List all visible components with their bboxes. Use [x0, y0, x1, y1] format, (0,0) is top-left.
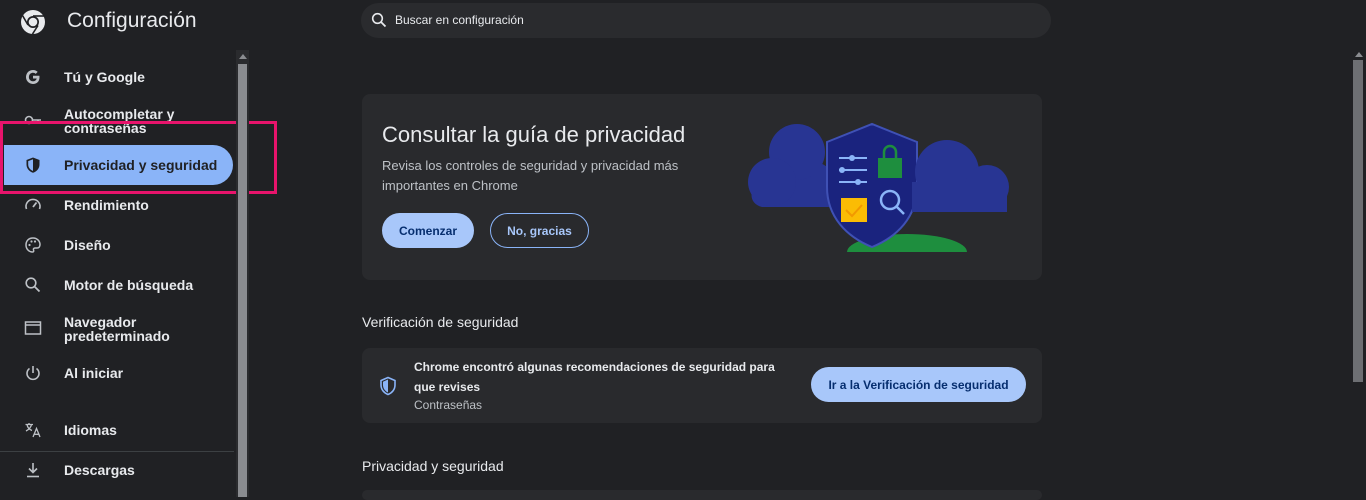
sidebar-item-label: Tú y Google: [64, 69, 145, 85]
translate-icon: [25, 423, 41, 438]
privacy-guide-title: Consultar la guía de privacidad: [382, 122, 686, 147]
sidebar-item-default-browser[interactable]: Navegador predeterminado: [0, 308, 234, 348]
sidebar-item-you-and-google[interactable]: Tú y Google: [0, 57, 234, 97]
sidebar-item-label: Rendimiento: [64, 197, 149, 213]
main-scrollbar[interactable]: [1352, 50, 1365, 497]
safety-check-heading: Verificación de seguridad: [362, 314, 519, 330]
speedometer-icon: [25, 198, 41, 210]
privacy-security-card: [362, 490, 1042, 500]
page-title: Configuración: [67, 9, 197, 32]
privacy-guide-illustration: [748, 122, 1009, 262]
browser-window-icon: [24, 321, 42, 335]
sidebar-scrollbar[interactable]: [236, 50, 249, 497]
scroll-up-arrow-icon[interactable]: [1355, 52, 1363, 57]
safety-check-subtext: Contraseñas: [414, 398, 483, 412]
sidebar-item-on-startup[interactable]: Al iniciar: [0, 353, 234, 393]
sidebar-scrollbar-thumb[interactable]: [238, 64, 247, 497]
privacy-guide-card: Consultar la guía de privacidad Revisa l…: [362, 94, 1042, 280]
sidebar-item-languages[interactable]: Idiomas: [0, 410, 234, 450]
main-scrollbar-thumb[interactable]: [1353, 60, 1363, 382]
search-input[interactable]: Buscar en configuración: [361, 3, 1051, 38]
safety-check-message: Chrome encontró algunas recomendaciones …: [414, 360, 775, 394]
sidebar-item-label: Motor de búsqueda: [64, 277, 194, 293]
sidebar-item-label: Navegador predeterminado: [64, 314, 170, 344]
go-to-safety-check-button[interactable]: Ir a la Verificación de seguridad: [811, 367, 1026, 402]
privacy-security-heading: Privacidad y seguridad: [362, 458, 504, 474]
shield-icon: [380, 376, 396, 396]
google-g-icon: [26, 70, 40, 84]
top-bar: Configuración Buscar en configuración: [0, 0, 1366, 44]
sidebar-item-label: Idiomas: [64, 422, 117, 438]
power-icon: [26, 366, 40, 381]
scroll-up-arrow-icon[interactable]: [239, 54, 247, 59]
palette-icon: [25, 237, 41, 253]
sidebar-item-label: Descargas: [64, 462, 135, 478]
search-icon: [25, 277, 41, 293]
chrome-logo-icon: [21, 10, 45, 35]
sidebar-item-label: Diseño: [64, 237, 111, 253]
sidebar-item-label: Al iniciar: [64, 365, 124, 381]
start-button[interactable]: Comenzar: [382, 213, 474, 248]
safety-check-card: Chrome encontró algunas recomendaciones …: [362, 348, 1042, 423]
search-icon: [371, 12, 387, 28]
no-thanks-button[interactable]: No, gracias: [490, 213, 589, 248]
search-placeholder: Buscar en configuración: [395, 13, 524, 27]
sidebar-item-downloads[interactable]: Descargas: [0, 450, 234, 490]
sidebar-item-search-engine[interactable]: Motor de búsqueda: [0, 265, 234, 305]
download-icon: [27, 463, 39, 478]
sidebar-item-appearance[interactable]: Diseño: [0, 225, 234, 265]
sidebar: Tú y Google Autocompletar y contraseñas …: [0, 50, 234, 497]
privacy-guide-description: Revisa los controles de seguridad y priv…: [382, 158, 679, 193]
